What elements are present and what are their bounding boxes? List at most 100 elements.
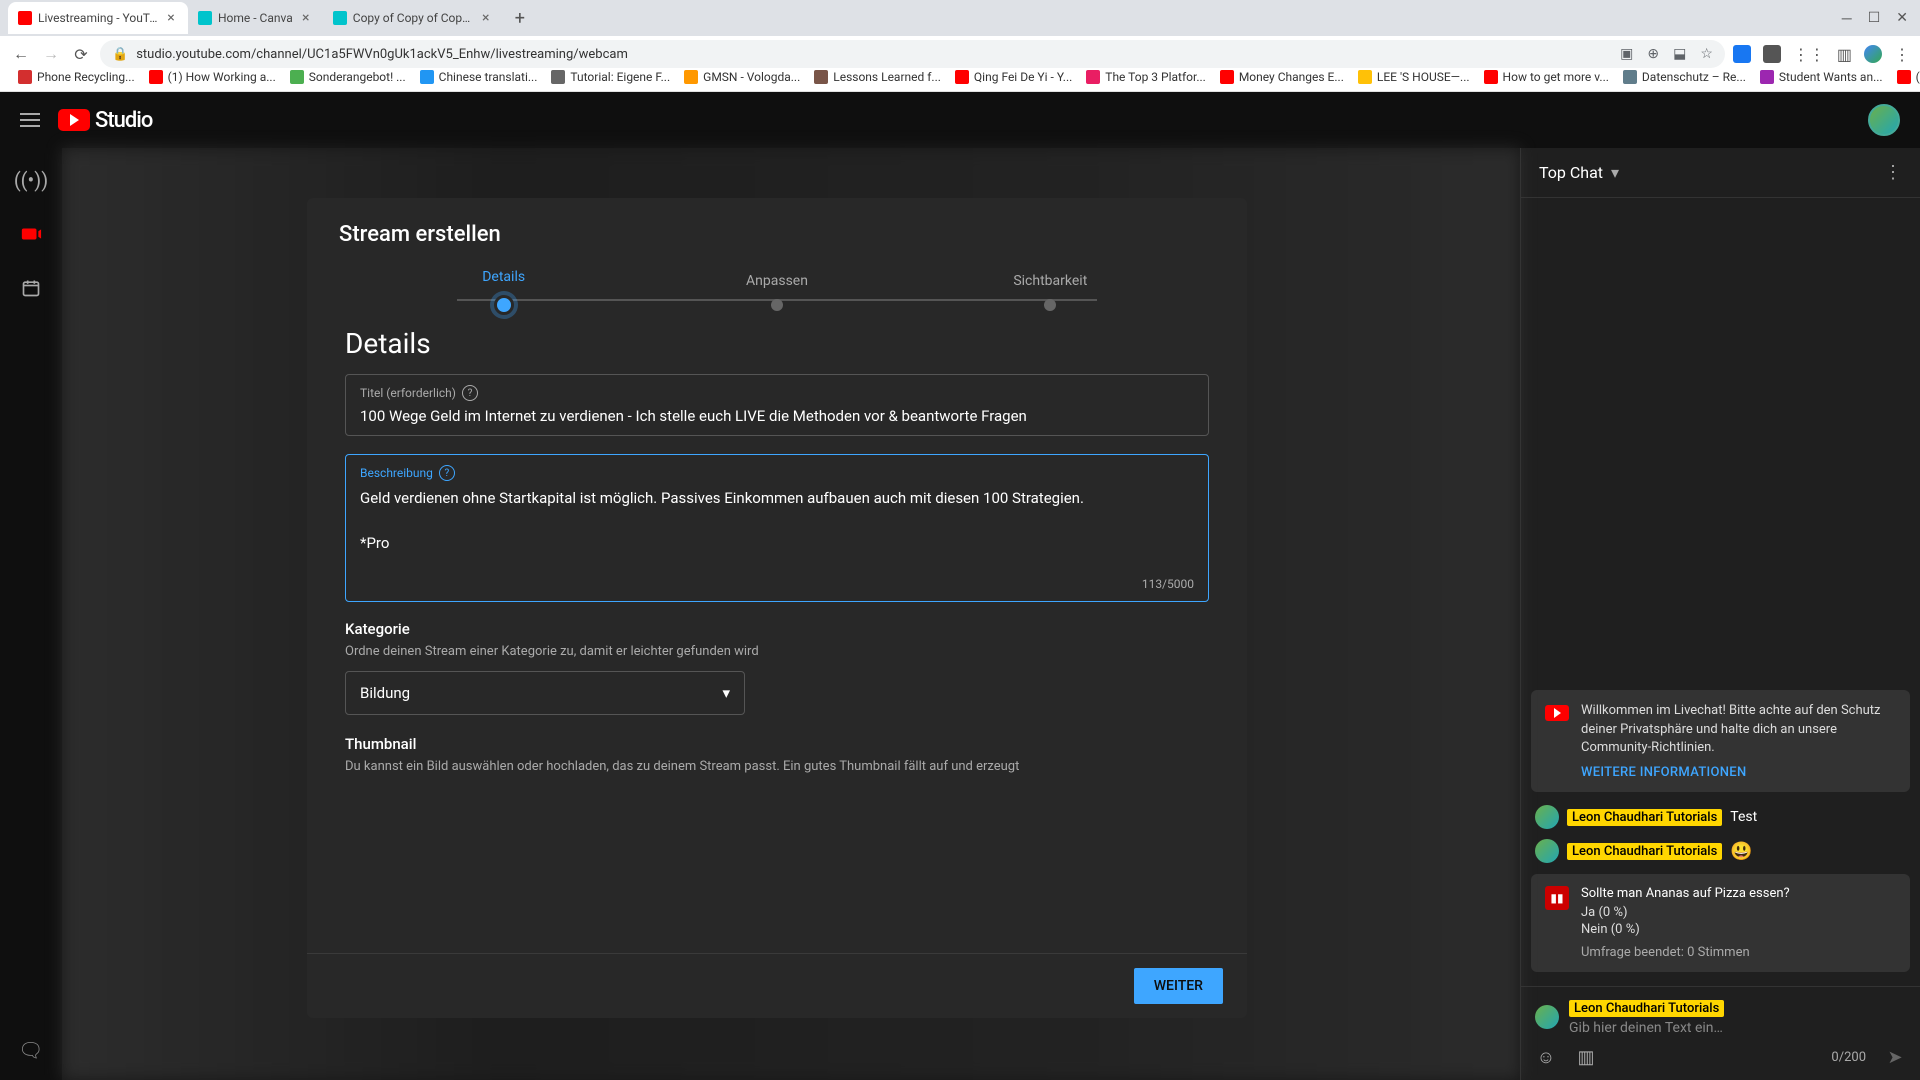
new-tab-button[interactable]: + [509,6,531,31]
extensions-icon[interactable]: ⋮⋮ [1793,45,1825,64]
zoom-icon[interactable]: ⊕ [1647,46,1659,62]
hamburger-menu-icon[interactable] [20,109,40,131]
bookmark-item[interactable]: Money Changes E... [1214,67,1350,87]
modal-title: Stream erstellen [307,198,1247,257]
title-input[interactable] [360,407,1194,425]
minimize-icon[interactable]: ─ [1842,10,1852,27]
chat-message-text: Test [1730,809,1757,825]
bookmark-item[interactable]: Student Wants an... [1754,67,1889,87]
favicon-icon [333,11,347,25]
bookmark-item[interactable]: Qing Fei De Yi - Y... [949,67,1078,87]
description-label: Beschreibung [360,466,433,480]
bookmark-label: Qing Fei De Yi - Y... [974,70,1072,84]
forward-button[interactable]: → [40,43,62,65]
bookmark-item[interactable]: The Top 3 Platfor... [1080,67,1212,87]
window-controls: ─ ☐ ✕ [1842,10,1920,27]
chat-author-badge[interactable]: Leon Chaudhari Tutorials [1567,843,1722,860]
bookmark-item[interactable]: (2) How To Add A... [1891,67,1920,87]
ext-icon[interactable] [1763,45,1781,63]
tab-canva-home[interactable]: Home - Canva × [188,2,323,34]
bookmark-favicon-icon [814,70,828,84]
bookmark-favicon-icon [1086,70,1100,84]
url-text: studio.youtube.com/channel/UC1a5FWVn0gUk… [136,47,1612,62]
tab-title: Copy of Copy of Copy of Cop [353,11,473,25]
bookmark-label: Lessons Learned f... [833,70,941,84]
install-icon[interactable]: ⬓ [1673,46,1686,62]
bookmark-item[interactable]: Chinese translati... [414,67,544,87]
bookmark-favicon-icon [684,70,698,84]
camera-icon[interactable]: ▣ [1620,46,1633,62]
bookmark-icon[interactable]: ☆ [1700,46,1713,62]
step-label: Anpassen [746,273,808,289]
close-icon[interactable]: × [299,11,313,25]
category-value: Bildung [360,684,410,702]
chat-mode-label[interactable]: Top Chat [1539,163,1603,182]
bookmark-item[interactable]: Sonderangebot! ... [284,67,412,87]
title-field[interactable]: Titel (erforderlich) ? [345,374,1209,436]
emoji-picker-icon[interactable]: ☺ [1535,1046,1557,1068]
bookmark-item[interactable]: GMSN - Vologda... [678,67,806,87]
category-select[interactable]: Bildung ▾ [345,671,745,715]
chat-input[interactable]: Gib hier deinen Text ein… [1569,1020,1906,1036]
next-button[interactable]: WEITER [1134,968,1223,1004]
chat-body[interactable]: Willkommen im Livechat! Bitte achte auf … [1521,198,1920,986]
step-visibility[interactable]: Sichtbarkeit [914,273,1187,311]
webcam-icon[interactable] [19,222,43,246]
thumbnail-heading: Thumbnail [345,735,1209,753]
bookmark-item[interactable]: (1) How Working a... [143,67,282,87]
tabs-icon[interactable]: ▥ [1837,45,1852,64]
tab-youtube[interactable]: Livestreaming - YouTube S × [8,2,188,34]
bookmark-item[interactable]: Lessons Learned f... [808,67,947,87]
feedback-icon[interactable]: 🗨 [18,1038,42,1062]
bookmark-favicon-icon [149,70,163,84]
description-field[interactable]: Beschreibung ? 113/5000 [345,454,1209,602]
address-bar[interactable]: 🔒 studio.youtube.com/channel/UC1a5FWVn0g… [100,40,1725,68]
bookmark-item[interactable]: Phone Recycling... [12,67,141,87]
ext-icon[interactable] [1733,45,1751,63]
modal-content[interactable]: Details Titel (erforderlich) ? Beschreib… [307,315,1247,953]
close-icon[interactable]: × [164,11,178,25]
poll-card: ▮▮ Sollte man Ananas auf Pizza essen? Ja… [1531,874,1910,972]
reload-button[interactable]: ⟳ [70,43,92,65]
bookmark-item[interactable]: Tutorial: Eigene F... [545,67,676,87]
main-area: Stream erstellen Details Anpassen Sichtb… [62,148,1520,1080]
avatar[interactable] [1535,839,1559,863]
bookmark-item[interactable]: How to get more v... [1478,67,1615,87]
bookmarks-bar: Phone Recycling...(1) How Working a...So… [0,62,1920,92]
close-icon[interactable]: × [479,11,493,25]
send-icon[interactable]: ➤ [1884,1046,1906,1068]
bookmark-item[interactable]: Datenschutz – Re... [1617,67,1752,87]
chevron-down-icon[interactable]: ▾ [1611,163,1619,182]
user-avatar[interactable] [1868,104,1900,136]
chat-input-area: Leon Chaudhari Tutorials Gib hier deinen… [1521,986,1920,1080]
description-input[interactable] [360,487,1194,567]
avatar[interactable] [1535,805,1559,829]
menu-icon[interactable]: ⋮ [1894,45,1910,64]
help-icon[interactable]: ? [462,385,478,401]
tab-canva-copy[interactable]: Copy of Copy of Copy of Cop × [323,2,503,34]
chat-author-badge[interactable]: Leon Chaudhari Tutorials [1567,809,1722,826]
tabs-row: Livestreaming - YouTube S × Home - Canva… [0,0,1920,36]
chat-welcome-card: Willkommen im Livechat! Bitte achte auf … [1531,690,1910,792]
bookmark-favicon-icon [1484,70,1498,84]
step-details[interactable]: Details [367,269,640,315]
bookmark-label: The Top 3 Platfor... [1105,70,1206,84]
maximize-icon[interactable]: ☐ [1868,10,1881,27]
back-button[interactable]: ← [10,43,32,65]
chat-panel: Top Chat ▾ ⋮ Willkommen im Livechat! Bit… [1520,148,1920,1080]
chat-menu-icon[interactable]: ⋮ [1884,162,1902,183]
profile-icon[interactable] [1864,45,1882,63]
bookmark-label: Student Wants an... [1779,70,1883,84]
help-icon[interactable]: ? [439,465,455,481]
bookmark-label: LEE 'S HOUSE—... [1377,70,1470,84]
studio-logo[interactable]: Studio [58,108,152,133]
poll-create-icon[interactable]: ▥ [1575,1046,1597,1068]
close-window-icon[interactable]: ✕ [1896,10,1908,27]
calendar-icon[interactable] [19,276,43,300]
bookmark-item[interactable]: LEE 'S HOUSE—... [1352,67,1476,87]
step-customize[interactable]: Anpassen [640,273,913,311]
emoji-icon: 😃 [1730,841,1752,862]
stream-signal-icon[interactable]: ((•)) [19,168,43,192]
avatar[interactable] [1535,1005,1559,1029]
more-info-link[interactable]: WEITERE INFORMATIONEN [1581,765,1896,780]
